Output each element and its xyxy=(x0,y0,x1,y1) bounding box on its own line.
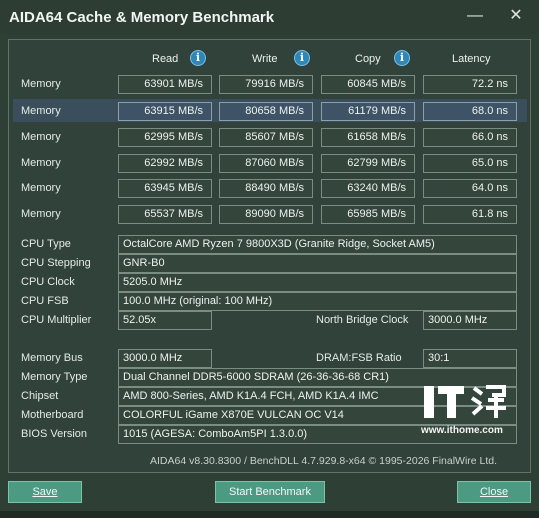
window-title: AIDA64 Cache & Memory Benchmark xyxy=(9,9,275,26)
column-header-latency: Latency xyxy=(452,53,491,65)
dram-fsb-ratio-label: DRAM:FSB Ratio xyxy=(316,352,402,364)
latency-value: 66.0 ns xyxy=(423,128,517,147)
copy-value: 62799 MB/s xyxy=(321,154,415,173)
latency-value: 61.8 ns xyxy=(423,205,517,224)
chipset-label: Chipset xyxy=(21,390,59,402)
title-bar: AIDA64 Cache & Memory Benchmark — ✕ xyxy=(0,0,539,34)
info-icon[interactable]: i xyxy=(394,50,410,66)
read-value: 63945 MB/s xyxy=(118,179,212,198)
start-benchmark-button[interactable]: Start Benchmark xyxy=(215,481,325,503)
read-value: 63901 MB/s xyxy=(118,75,212,94)
cpu-type-field: OctalCore AMD Ryzen 7 9800X3D (Granite R… xyxy=(118,235,517,254)
minimize-button[interactable]: — xyxy=(460,4,490,28)
row-label: Memory xyxy=(21,105,61,117)
info-icon[interactable]: i xyxy=(190,50,206,66)
cpu-stepping-label: CPU Stepping xyxy=(21,257,91,269)
write-value: 88490 MB/s xyxy=(219,179,313,198)
cpu-clock-label: CPU Clock xyxy=(21,276,75,288)
column-header-write: Write xyxy=(252,53,278,65)
info-icon[interactable]: i xyxy=(294,50,310,66)
write-value: 79916 MB/s xyxy=(219,75,313,94)
cpu-fsb-field: 100.0 MHz (original: 100 MHz) xyxy=(118,292,517,311)
cpu-fsb-label: CPU FSB xyxy=(21,295,69,307)
close-window-button[interactable]: ✕ xyxy=(501,4,531,28)
north-bridge-clock-label: North Bridge Clock xyxy=(316,314,409,326)
write-value: 85607 MB/s xyxy=(219,128,313,147)
write-value: 89090 MB/s xyxy=(219,205,313,224)
footer-version-text: AIDA64 v8.30.8300 / BenchDLL 4.7.929.8-x… xyxy=(150,455,498,467)
close-button[interactable]: Close xyxy=(457,481,531,503)
cpu-clock-field: 5205.0 MHz xyxy=(118,273,517,292)
cpu-type-label: CPU Type xyxy=(21,238,71,250)
memory-bus-label: Memory Bus xyxy=(21,352,83,364)
save-button[interactable]: Save xyxy=(8,481,82,503)
cpu-multiplier-field: 52.05x xyxy=(118,311,212,330)
save-button-label: Save xyxy=(32,486,58,498)
column-header-copy: Copy xyxy=(355,53,381,65)
row-label: Memory xyxy=(21,78,61,90)
copy-value: 61179 MB/s xyxy=(321,102,415,121)
row-label: Memory xyxy=(21,208,61,220)
copy-value: 63240 MB/s xyxy=(321,179,415,198)
close-button-label: Close xyxy=(479,486,509,498)
memory-type-label: Memory Type xyxy=(21,371,88,383)
ithome-logo-icon xyxy=(424,385,506,418)
write-value: 80658 MB/s xyxy=(219,102,313,121)
bottom-edge xyxy=(0,511,539,518)
copy-value: 60845 MB/s xyxy=(321,75,415,94)
write-value: 87060 MB/s xyxy=(219,154,313,173)
read-value: 62992 MB/s xyxy=(118,154,212,173)
latency-value: 72.2 ns xyxy=(423,75,517,94)
latency-value: 64.0 ns xyxy=(423,179,517,198)
column-header-read: Read xyxy=(152,53,179,65)
bios-version-label: BIOS Version xyxy=(21,428,88,440)
copy-value: 65985 MB/s xyxy=(321,205,415,224)
memory-bus-field: 3000.0 MHz xyxy=(118,349,212,368)
latency-value: 65.0 ns xyxy=(423,154,517,173)
read-value: 62995 MB/s xyxy=(118,128,212,147)
cpu-stepping-field: GNR-B0 xyxy=(118,254,517,273)
read-value: 65537 MB/s xyxy=(118,205,212,224)
row-label: Memory xyxy=(21,157,61,169)
row-label: Memory xyxy=(21,131,61,143)
cpu-multiplier-label: CPU Multiplier xyxy=(21,314,92,326)
copy-value: 61658 MB/s xyxy=(321,128,415,147)
north-bridge-clock-field: 3000.0 MHz xyxy=(423,311,517,330)
dram-fsb-ratio-field: 30:1 xyxy=(423,349,517,368)
row-label: Memory xyxy=(21,182,61,194)
watermark-url: www.ithome.com xyxy=(421,425,503,436)
read-value: 63915 MB/s xyxy=(118,102,212,121)
motherboard-label: Motherboard xyxy=(21,409,84,421)
latency-value: 68.0 ns xyxy=(423,102,517,121)
